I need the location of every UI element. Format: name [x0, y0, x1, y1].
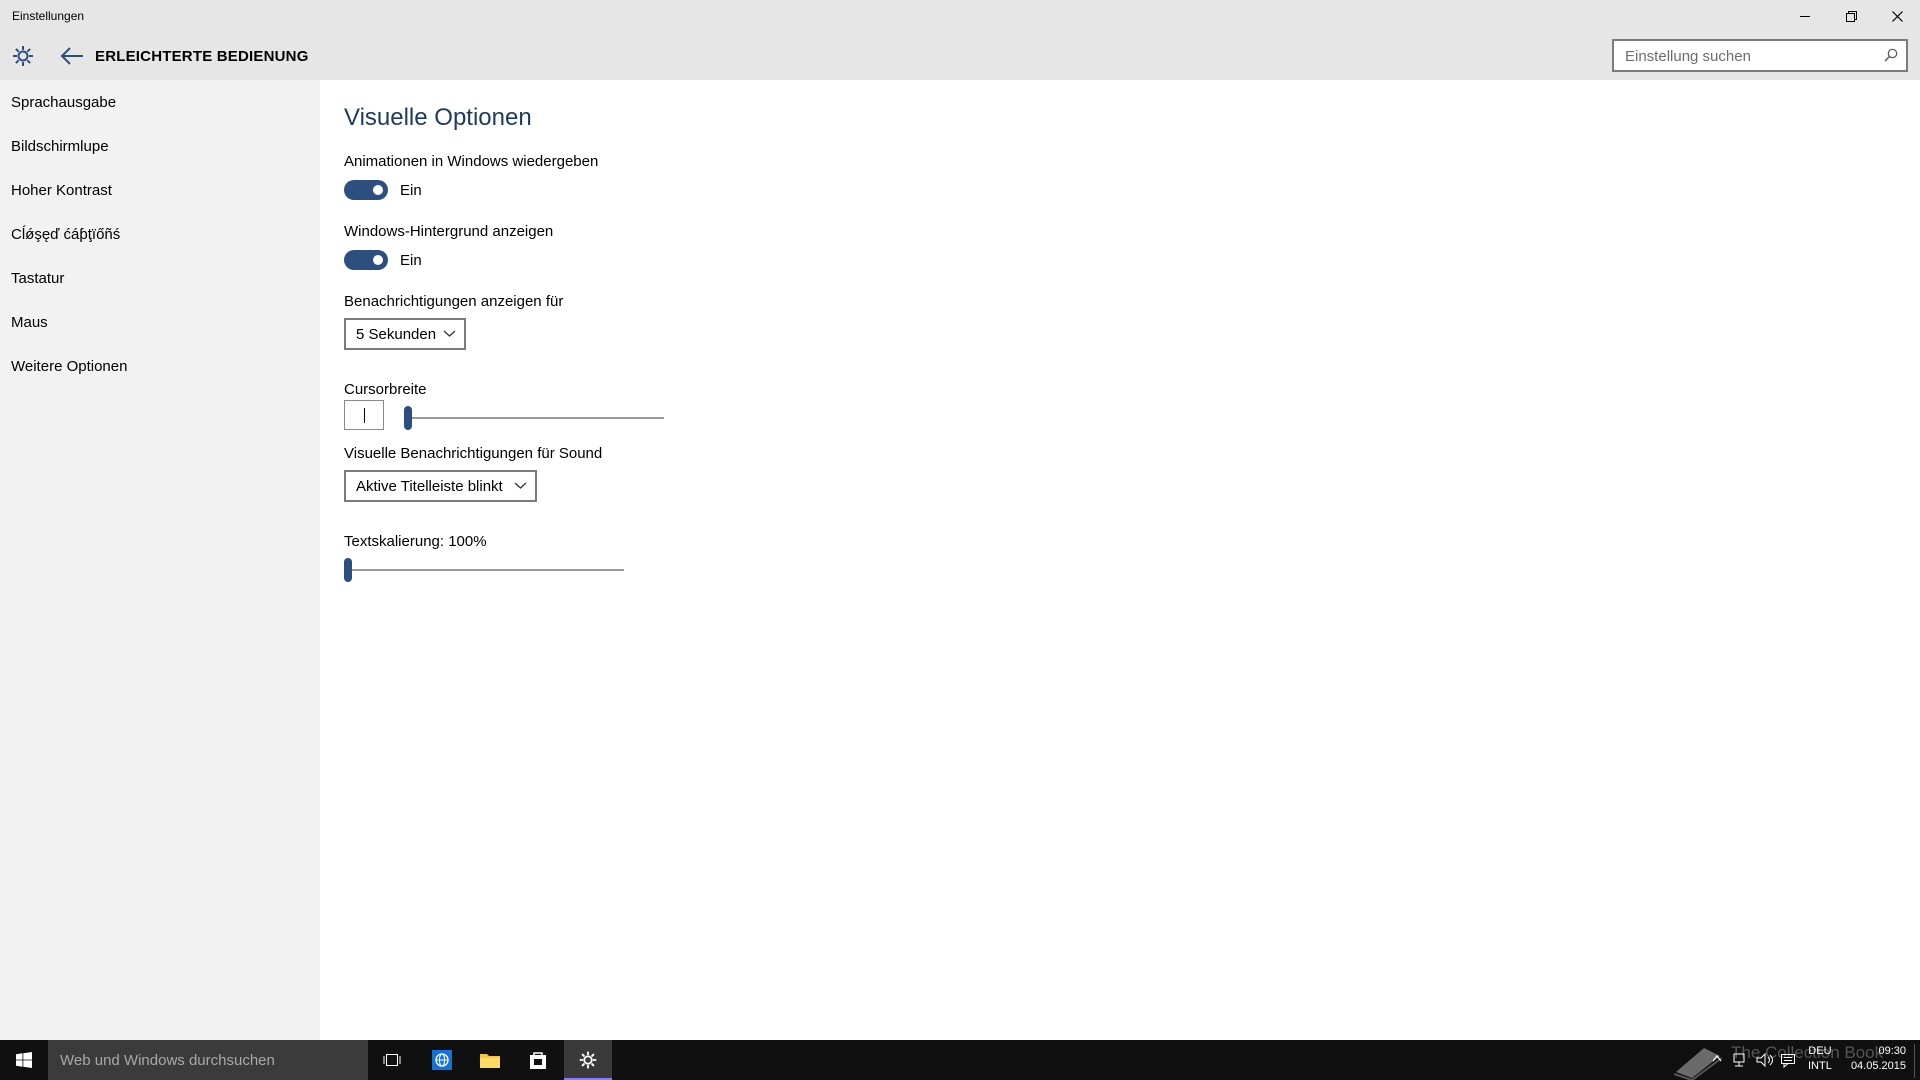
sound-notifications-label: Visuelle Benachrichtigungen für Sound [344, 445, 603, 462]
browser-icon [432, 1050, 452, 1070]
title-bar: Einstellungen [0, 0, 1920, 32]
sidebar-item-magnifier[interactable]: Bildschirmlupe [11, 138, 109, 155]
restore-icon [1845, 10, 1857, 22]
system-tray [1704, 1040, 1804, 1080]
sidebar-item-narrator[interactable]: Sprachausgabe [11, 94, 116, 111]
notification-duration-dropdown[interactable]: 5 Sekunden [344, 318, 466, 350]
clock[interactable]: 09:30 04.05.2015 [1848, 1044, 1906, 1074]
gear-icon [13, 46, 33, 66]
task-view-button[interactable] [368, 1040, 416, 1080]
search-icon[interactable] [1884, 48, 1898, 62]
sidebar-item-mouse[interactable]: Maus [11, 314, 48, 331]
taskbar-search-placeholder: Web und Windows durchsuchen [60, 1052, 275, 1069]
clock-date: 04.05.2015 [1850, 1060, 1906, 1072]
dropdown-value: Aktive Titelleiste blinkt [356, 478, 503, 495]
animations-label: Animationen in Windows wiedergeben [344, 153, 599, 170]
notifications-label: Benachrichtigungen anzeigen für [344, 293, 564, 310]
background-toggle-state: Ein [400, 252, 422, 269]
settings-app-button[interactable] [564, 1040, 612, 1080]
store-button[interactable] [514, 1040, 562, 1080]
cursor-width-slider-thumb[interactable] [404, 406, 412, 430]
sidebar-item-closed-captions[interactable]: Cĺǿşęď ćáƥţïőñś [11, 226, 120, 243]
browser-button[interactable] [418, 1040, 466, 1080]
animations-toggle-state: Ein [400, 182, 422, 199]
main-content: Visuelle Optionen Animationen in Windows… [320, 80, 1920, 1040]
network-icon[interactable] [1732, 1052, 1748, 1068]
file-explorer-button[interactable] [466, 1040, 514, 1080]
text-scaling-slider-thumb[interactable] [344, 558, 352, 582]
sound-notifications-dropdown[interactable]: Aktive Titelleiste blinkt [344, 470, 537, 502]
store-icon [530, 1052, 546, 1069]
search-input[interactable] [1623, 46, 1873, 66]
animations-toggle[interactable] [344, 180, 388, 200]
toggle-knob [373, 255, 383, 265]
keyboard-layout: INTL [1808, 1060, 1832, 1072]
sidebar: Sprachausgabe Bildschirmlupe Hoher Kontr… [0, 80, 320, 1040]
taskbar: Web und Windows durchsuchen The Collecti… [0, 1040, 1920, 1080]
section-title: ERLEICHTERTE BEDIENUNG [95, 48, 309, 65]
minimize-button[interactable] [1782, 0, 1828, 32]
text-cursor [364, 408, 365, 423]
window-title: Einstellungen [12, 9, 85, 23]
folder-icon [480, 1054, 500, 1068]
windows-logo-icon [16, 1052, 32, 1068]
back-arrow-icon[interactable] [59, 44, 85, 68]
sidebar-item-high-contrast[interactable]: Hoher Kontrast [11, 182, 112, 199]
cursor-width-preview [344, 400, 384, 430]
background-label: Windows-Hintergrund anzeigen [344, 223, 554, 240]
dropdown-value: 5 Sekunden [356, 326, 437, 343]
restore-button[interactable] [1828, 0, 1874, 32]
page-title: Visuelle Optionen [344, 104, 532, 131]
chevron-down-icon [443, 330, 456, 337]
cursor-width-label: Cursorbreite [344, 381, 427, 398]
language-code: DEU [1808, 1045, 1832, 1057]
close-icon [1891, 10, 1903, 22]
cursor-width-slider-track[interactable] [404, 417, 664, 419]
start-button[interactable] [0, 1040, 48, 1080]
task-view-icon [383, 1054, 401, 1066]
chevron-up-icon[interactable] [1712, 1054, 1722, 1062]
close-button[interactable] [1874, 0, 1920, 32]
toggle-knob [373, 185, 383, 195]
settings-header: ERLEICHTERTE BEDIENUNG [0, 32, 1920, 80]
volume-icon[interactable] [1756, 1052, 1774, 1068]
sidebar-item-keyboard[interactable]: Tastatur [11, 270, 64, 287]
action-center-icon[interactable] [1780, 1052, 1796, 1068]
input-language-indicator[interactable]: DEU INTL [1808, 1044, 1832, 1074]
text-scaling-slider-track[interactable] [344, 569, 624, 571]
text-scaling-label: Textskalierung: 100% [344, 533, 487, 550]
clock-time: 09:30 [1878, 1045, 1906, 1057]
taskbar-search-box[interactable]: Web und Windows durchsuchen [48, 1040, 368, 1080]
minimize-icon [1800, 16, 1810, 17]
show-desktop-button[interactable] [1914, 1044, 1915, 1078]
gear-icon [579, 1051, 597, 1069]
background-toggle[interactable] [344, 250, 388, 270]
sidebar-item-other-options[interactable]: Weitere Optionen [11, 358, 127, 375]
settings-search-box[interactable] [1612, 39, 1908, 72]
chevron-down-icon [514, 482, 527, 489]
